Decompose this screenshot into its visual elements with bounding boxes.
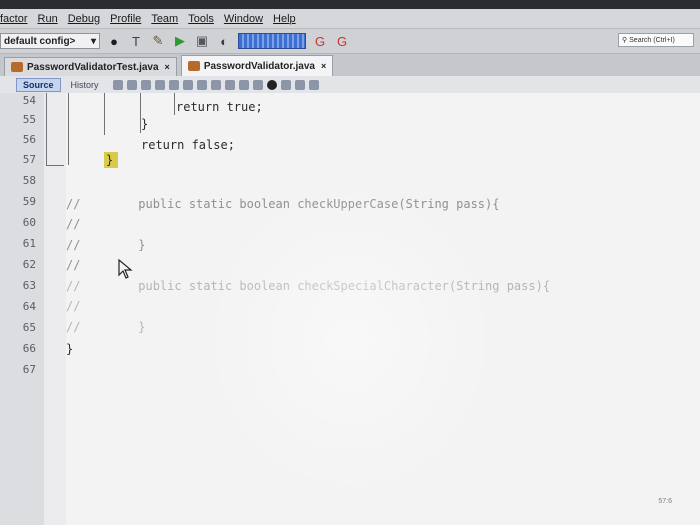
globe-icon[interactable]: ● xyxy=(106,33,122,49)
shift-left-icon[interactable] xyxy=(238,79,249,90)
tab-password-validator[interactable]: PasswordValidator.java × xyxy=(180,55,334,76)
menu-profile[interactable]: Profile xyxy=(110,13,141,25)
menu-tools[interactable]: Tools xyxy=(188,13,214,25)
comment-icon[interactable] xyxy=(294,79,305,90)
close-icon[interactable]: × xyxy=(165,62,170,72)
clean-build-icon[interactable]: ✎ xyxy=(150,33,166,49)
debug-icon[interactable]: ▣ xyxy=(194,33,210,49)
code-line: // public static boolean checkUpperCase(… xyxy=(66,197,500,211)
line-number: 63 xyxy=(22,279,36,292)
hammer-icon[interactable]: T xyxy=(128,33,144,49)
code-line: } xyxy=(141,117,149,131)
menu-window[interactable]: Window xyxy=(224,13,263,25)
macro-record-icon[interactable] xyxy=(266,79,277,90)
line-number: 61 xyxy=(22,237,36,250)
find-next-icon[interactable] xyxy=(168,79,179,90)
line-number: 59 xyxy=(22,195,36,208)
screen-bezel xyxy=(0,0,700,9)
line-number: 56 xyxy=(22,133,36,146)
bookmark-icon[interactable] xyxy=(196,79,207,90)
memory-indicator[interactable] xyxy=(238,33,306,49)
editor-actions xyxy=(112,79,319,90)
line-number: 54 xyxy=(22,94,36,107)
line-number: 65 xyxy=(22,321,36,334)
search-icon: ⚲ xyxy=(622,37,628,44)
code-line: // xyxy=(66,258,81,272)
fold-guide xyxy=(104,93,105,135)
mouse-cursor-icon xyxy=(118,259,133,279)
menu-run[interactable]: Run xyxy=(38,13,58,25)
source-button[interactable]: Source xyxy=(16,77,61,92)
code-line: // } xyxy=(66,238,146,252)
gc-icon[interactable]: G xyxy=(312,33,328,49)
tab-password-validator-test[interactable]: PasswordValidatorTest.java × xyxy=(4,57,177,76)
menu-debug[interactable]: Debug xyxy=(68,13,100,25)
java-file-icon xyxy=(11,62,23,72)
code-line: // public static boolean checkSpecialCha… xyxy=(66,279,551,293)
line-number: 67 xyxy=(22,363,36,376)
search-field[interactable]: ⚲ Search (Ctrl+I) xyxy=(618,33,694,47)
tab-label: PasswordValidatorTest.java xyxy=(27,61,159,73)
menu-bar: factor Run Debug Profile Team Tools Wind… xyxy=(0,9,700,29)
editor-tabs: PasswordValidatorTest.java × PasswordVal… xyxy=(0,54,700,76)
fold-guide xyxy=(174,93,175,115)
run-icon[interactable]: ▶ xyxy=(172,33,188,49)
next-bookmark-icon[interactable] xyxy=(224,79,235,90)
caret-position: 57:6 xyxy=(658,498,672,505)
macro-stop-icon[interactable] xyxy=(280,79,291,90)
find-prev-icon[interactable] xyxy=(154,79,165,90)
line-number: 64 xyxy=(22,300,36,313)
uncomment-icon[interactable] xyxy=(308,79,319,90)
code-line: // } xyxy=(66,320,146,334)
config-value: default config> xyxy=(4,35,76,47)
fold-column xyxy=(44,93,66,525)
fold-guide xyxy=(68,93,69,165)
fold-guide xyxy=(46,93,47,165)
line-number: 57 xyxy=(22,153,36,166)
code-line: // xyxy=(66,299,81,313)
search-placeholder: Search (Ctrl+I) xyxy=(629,36,675,44)
toggle-highlight-icon[interactable] xyxy=(182,79,193,90)
code-line: return false; xyxy=(141,138,235,152)
shift-right-icon[interactable] xyxy=(252,79,263,90)
code-line: } xyxy=(66,342,74,356)
history-button[interactable]: History xyxy=(65,79,105,91)
config-select[interactable]: default config> ▾ xyxy=(0,33,100,49)
back-icon[interactable] xyxy=(112,79,123,90)
fold-guide xyxy=(46,165,64,166)
find-icon[interactable] xyxy=(140,79,151,90)
refresh-icon[interactable]: G xyxy=(334,33,350,49)
code-area[interactable] xyxy=(66,93,700,525)
menu-help[interactable]: Help xyxy=(273,13,296,25)
prev-bookmark-icon[interactable] xyxy=(210,79,221,90)
close-icon[interactable]: × xyxy=(321,61,326,71)
main-toolbar: default config> ▾ ● T ✎ ▶ ▣ ◐ G G ⚲ Sear… xyxy=(0,29,700,54)
code-line: // xyxy=(66,217,81,231)
code-line: return true; xyxy=(176,100,263,114)
editor-toolbar: Source History xyxy=(0,76,700,94)
java-file-icon xyxy=(187,61,200,71)
line-number: 58 xyxy=(22,174,36,187)
menu-team[interactable]: Team xyxy=(151,13,178,25)
line-number: 55 xyxy=(22,113,36,126)
code-line: } xyxy=(106,153,114,167)
tab-label: PasswordValidator.java xyxy=(203,60,315,72)
line-number: 62 xyxy=(22,258,36,271)
chevron-down-icon: ▾ xyxy=(90,35,96,47)
line-number: 60 xyxy=(22,216,36,229)
menu-refactor[interactable]: factor xyxy=(0,13,28,25)
profile-icon[interactable]: ◐ xyxy=(216,33,232,49)
forward-icon[interactable] xyxy=(126,79,137,90)
line-number: 66 xyxy=(22,342,36,355)
